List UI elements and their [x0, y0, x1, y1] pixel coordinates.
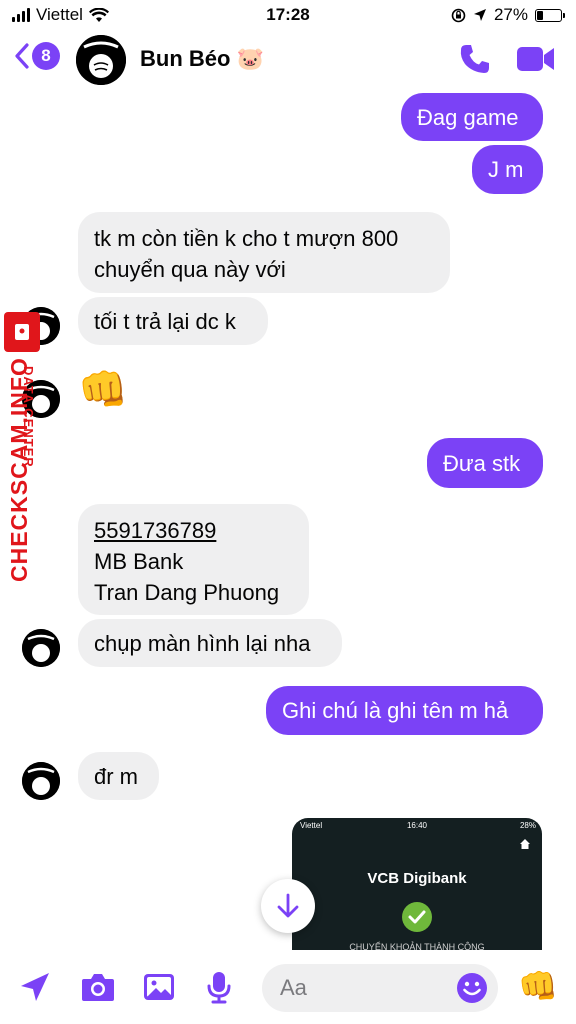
message-text: Đag game: [417, 104, 519, 130]
battery-icon: [535, 8, 565, 22]
back-button[interactable]: 8: [14, 42, 60, 70]
message-text: J m: [488, 157, 524, 182]
location-icon: [473, 9, 486, 21]
message-text: đr m: [94, 763, 138, 789]
chat-header: 8 Bun Béo 🐷: [0, 30, 576, 90]
message-bubble-sent[interactable]: Ghi chú là ghi tên m hả: [266, 686, 543, 735]
scroll-to-bottom-button[interactable]: [261, 879, 315, 933]
attachment-battery: 28%: [519, 821, 536, 830]
message-input[interactable]: [280, 972, 450, 1004]
account-number-link[interactable]: 5591736789: [94, 515, 293, 546]
photo-icon: [144, 974, 174, 1000]
microphone-icon: [207, 972, 231, 1004]
message-input-container[interactable]: [262, 964, 498, 1012]
emoji-button[interactable]: [456, 972, 488, 1009]
image-attachment[interactable]: Viettel 16:40 28% VCB Digibank CHUYỂN KH…: [292, 818, 542, 964]
emoji-icon: [457, 973, 487, 1003]
contact-avatar[interactable]: [76, 35, 126, 85]
message-text: Ghi chú là ghi tên m hả: [282, 698, 509, 723]
camera-button[interactable]: [80, 970, 116, 1009]
bank-brand: VCB Digibank: [367, 870, 467, 887]
message-bubble-sent[interactable]: Đag game: [401, 93, 543, 141]
message-text: tk m còn tiền k cho t mượn 800: [94, 226, 399, 251]
message-text: tối t trả lại dc k: [94, 308, 236, 334]
fist-emoji-message[interactable]: 👊: [78, 366, 128, 414]
status-bar: Viettel 17:28 27%: [0, 0, 576, 30]
battery-percent: 27%: [493, 5, 528, 24]
sender-avatar[interactable]: [22, 762, 60, 800]
message-bubble-received[interactable]: đr m: [78, 752, 159, 800]
sender-avatar[interactable]: [22, 629, 60, 667]
gallery-button[interactable]: [142, 970, 176, 1009]
message-bubble-received[interactable]: tối t trả lại dc k: [78, 297, 268, 345]
watermark-logo: [4, 312, 40, 352]
location-arrow-icon: [21, 973, 49, 1001]
rotation-lock-icon: [451, 8, 466, 22]
message-bubble-received[interactable]: tk m còn tiền k cho t mượn 800 chuyển qu…: [78, 212, 450, 293]
attachment-time: 16:40: [406, 821, 428, 830]
call-button[interactable]: [458, 42, 492, 81]
message-bubble-received[interactable]: 5591736789 MB Bank Tran Dang Phuong: [78, 504, 309, 615]
unread-badge: 8: [32, 42, 60, 70]
message-text: MB Bank: [94, 549, 184, 574]
video-call-button[interactable]: [516, 44, 556, 79]
message-bubble-received[interactable]: chụp màn hình lại nha: [78, 619, 342, 667]
message-bubble-sent[interactable]: Đưa stk: [427, 438, 543, 488]
message-bubble-sent[interactable]: J m: [472, 145, 543, 194]
video-camera-icon: [517, 47, 554, 71]
home-icon: [520, 839, 530, 849]
phone-icon: [460, 45, 489, 73]
arrow-down-icon: [277, 893, 299, 918]
checkmark-icon: [402, 902, 432, 932]
watermark-subtext: DATA CENTER: [21, 366, 36, 468]
location-button[interactable]: [18, 970, 52, 1009]
composer-bar: 👊: [0, 950, 576, 1024]
message-text: chụp màn hình lại nha: [94, 630, 311, 656]
contact-name[interactable]: Bun Béo 🐷: [140, 46, 264, 72]
message-text: Đưa stk: [443, 450, 521, 476]
camera-icon: [82, 974, 114, 1001]
message-text: Tran Dang Phuong: [94, 580, 280, 605]
back-chevron-icon: [15, 43, 29, 69]
voice-button[interactable]: [204, 970, 234, 1009]
message-text: chuyển qua này với: [94, 257, 286, 282]
quick-reaction-button[interactable]: 👊: [518, 968, 558, 1004]
